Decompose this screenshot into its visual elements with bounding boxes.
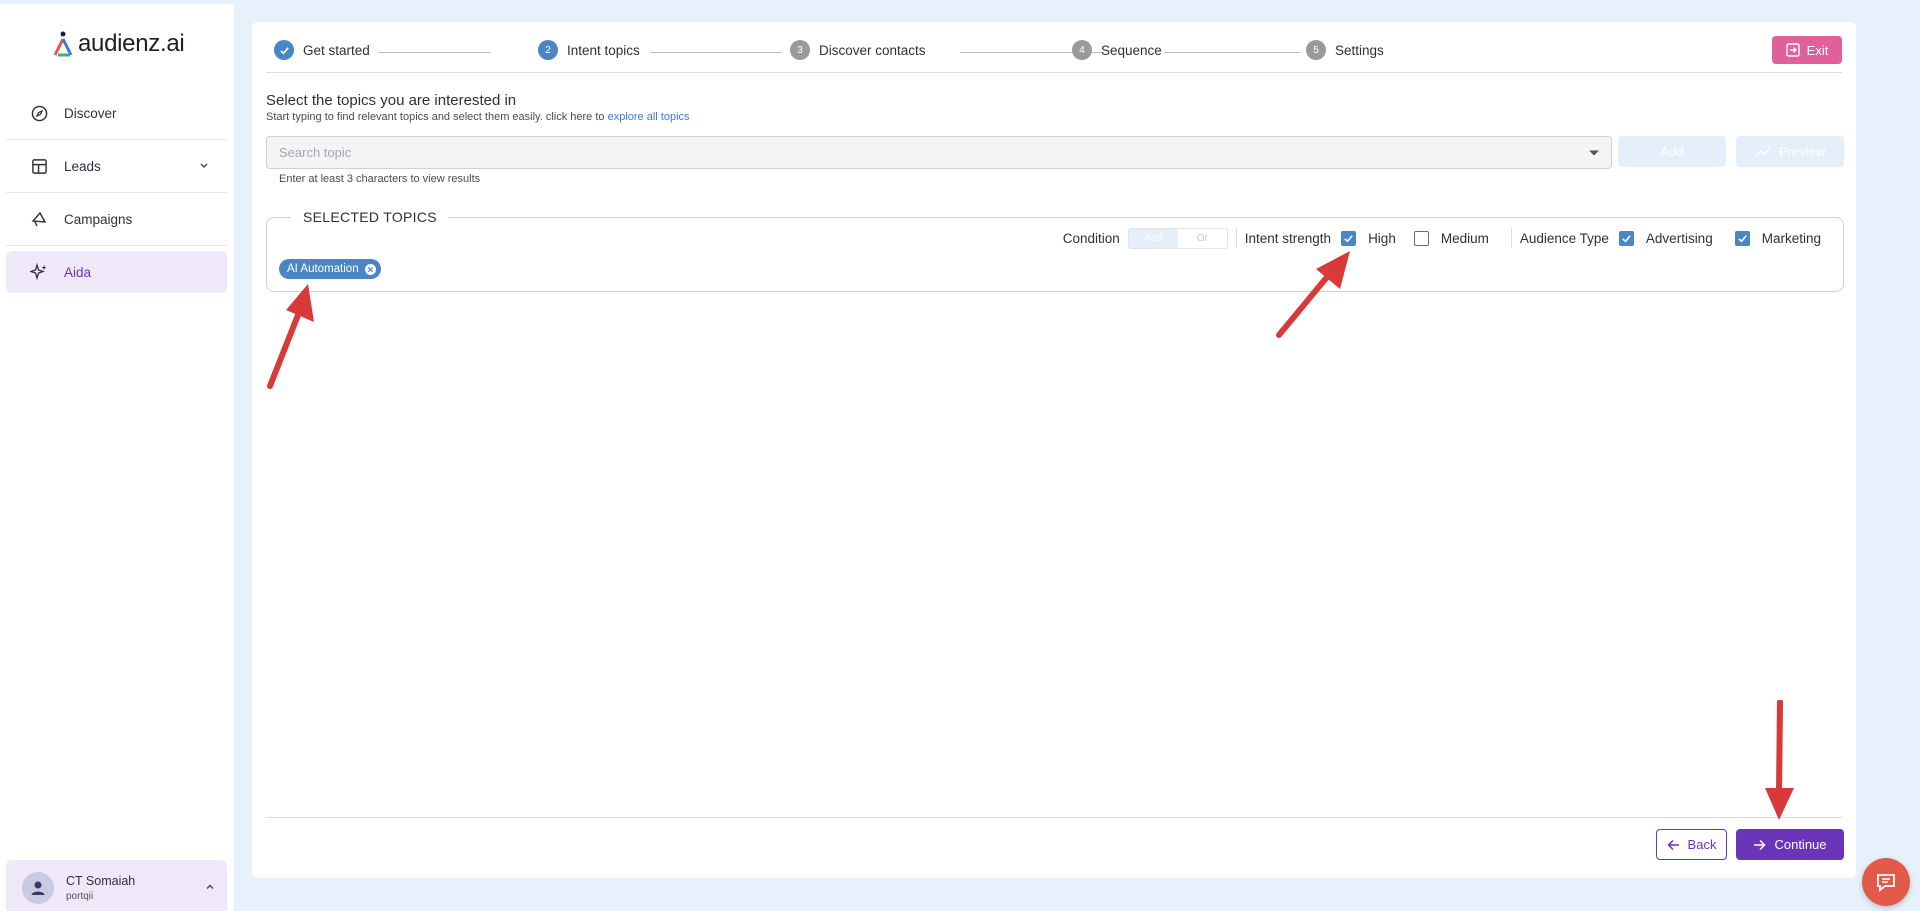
- annotation-arrow-icon: [1276, 251, 1350, 338]
- back-button[interactable]: Back: [1656, 829, 1727, 860]
- check-icon: [274, 40, 294, 60]
- divider: [266, 72, 1842, 73]
- explore-topics-link[interactable]: explore all topics: [608, 111, 690, 123]
- step-number: 5: [1306, 40, 1326, 60]
- brand-name: audienz.ai: [78, 30, 185, 57]
- exit-label: Exit: [1806, 42, 1829, 58]
- sidebar-item-campaigns[interactable]: Campaigns: [6, 193, 227, 246]
- intent-medium-label: Medium: [1440, 230, 1489, 246]
- selected-topics-panel: SELECTED TOPICS Condition And Or Intent …: [266, 209, 1844, 292]
- step-sequence[interactable]: 4 Sequence: [1072, 40, 1162, 60]
- topic-chip-label: AI Automation: [287, 263, 359, 275]
- step-label: Settings: [1335, 42, 1384, 58]
- condition-or-option[interactable]: Or: [1178, 229, 1227, 248]
- step-label: Intent topics: [567, 42, 640, 58]
- selected-topics-title: SELECTED TOPICS: [291, 209, 449, 225]
- arrow-right-icon: [1754, 839, 1767, 850]
- step-connector: [650, 52, 782, 53]
- exit-icon: [1785, 43, 1800, 57]
- page-title: Select the topics you are interested in: [266, 92, 517, 109]
- add-label: Add: [1660, 144, 1684, 159]
- chat-support-button[interactable]: [1862, 858, 1910, 906]
- condition-label: Condition: [1062, 230, 1120, 246]
- page-subtitle: Start typing to find relevant topics and…: [266, 111, 690, 123]
- sidebar-item-aida[interactable]: Aida: [6, 251, 227, 293]
- brand-logo[interactable]: audienz.ai: [52, 30, 185, 58]
- chevron-up-icon[interactable]: [205, 879, 215, 897]
- step-intent-topics[interactable]: 2 Intent topics: [538, 40, 640, 60]
- audience-marketing-checkbox[interactable]: [1734, 230, 1750, 246]
- step-get-started[interactable]: Get started: [274, 40, 370, 60]
- divider: [1510, 228, 1512, 248]
- search-placeholder: Search topic: [279, 145, 352, 160]
- sidebar-item-label: Leads: [64, 158, 101, 174]
- dropdown-caret-icon[interactable]: [1589, 150, 1599, 155]
- intent-high-label: High: [1368, 230, 1396, 246]
- user-icon: [31, 881, 45, 895]
- continue-button[interactable]: Continue: [1736, 829, 1844, 860]
- exit-button[interactable]: Exit: [1772, 36, 1842, 64]
- arrow-left-icon: [1666, 839, 1679, 850]
- topic-chip: AI Automation: [279, 259, 381, 279]
- remove-chip-icon[interactable]: [364, 263, 376, 275]
- user-name: CT Somaiah: [66, 873, 136, 888]
- user-card[interactable]: CT Somaiah portqii: [6, 860, 227, 911]
- continue-label: Continue: [1774, 837, 1827, 852]
- search-hint: Enter at least 3 characters to view resu…: [279, 173, 481, 185]
- step-discover-contacts[interactable]: 3 Discover contacts: [790, 40, 926, 60]
- step-label: Get started: [303, 42, 370, 58]
- intent-medium-checkbox[interactable]: [1413, 230, 1429, 246]
- audience-advertising-label: Advertising: [1645, 230, 1713, 246]
- step-connector: [1164, 52, 1300, 53]
- main-card: Get started 2 Intent topics 3 Discover c…: [252, 22, 1856, 878]
- divider: [1235, 228, 1237, 248]
- chevron-down-icon[interactable]: [199, 159, 209, 174]
- audienz-logo-icon: [53, 31, 73, 57]
- preview-label: Preview: [1778, 144, 1826, 159]
- step-connector: [378, 52, 490, 53]
- sidebar-item-label: Discover: [64, 105, 117, 121]
- step-settings[interactable]: 5 Settings: [1306, 40, 1384, 60]
- step-number: 2: [538, 40, 558, 60]
- audience-marketing-label: Marketing: [1761, 230, 1821, 246]
- annotation-arrow-icon: [1765, 700, 1794, 820]
- sparkle-icon: [30, 263, 48, 281]
- preview-button[interactable]: Preview: [1736, 136, 1844, 167]
- back-label: Back: [1687, 837, 1717, 852]
- filter-controls: Condition And Or Intent strength High Me…: [1062, 227, 1821, 249]
- user-org: portqii: [66, 890, 94, 902]
- trend-icon: [1755, 146, 1771, 157]
- avatar: [22, 871, 54, 904]
- sidebar-item-discover[interactable]: Discover: [6, 87, 227, 140]
- intent-strength-label: Intent strength: [1244, 230, 1332, 246]
- chat-icon: [1877, 874, 1895, 892]
- audience-type-label: Audience Type: [1519, 230, 1609, 246]
- add-button[interactable]: Add: [1618, 136, 1726, 167]
- megaphone-icon: [30, 210, 48, 228]
- sidebar: audienz.ai Discover Leads Campaigns Aida…: [0, 0, 234, 911]
- audience-advertising-checkbox[interactable]: [1618, 230, 1634, 246]
- sidebar-item-label: Aida: [64, 264, 92, 280]
- subtitle-text: Start typing to find relevant topics and…: [266, 111, 605, 123]
- sidebar-item-leads[interactable]: Leads: [6, 140, 227, 193]
- step-number: 3: [790, 40, 810, 60]
- divider: [266, 817, 1842, 818]
- condition-toggle: And Or: [1127, 227, 1228, 249]
- condition-and-option[interactable]: And: [1128, 228, 1178, 248]
- intent-high-checkbox[interactable]: [1341, 230, 1357, 246]
- table-icon: [30, 157, 48, 175]
- sidebar-item-label: Campaigns: [64, 211, 133, 227]
- compass-icon: [30, 104, 48, 122]
- sidebar-nav: Discover Leads Campaigns Aida: [6, 87, 227, 293]
- stepper: Get started 2 Intent topics 3 Discover c…: [274, 40, 1474, 66]
- step-number: 4: [1072, 40, 1092, 60]
- annotation-arrow-icon: [267, 284, 314, 389]
- search-topic-input[interactable]: Search topic: [266, 136, 1612, 169]
- step-label: Discover contacts: [819, 42, 926, 58]
- step-label: Sequence: [1101, 42, 1162, 58]
